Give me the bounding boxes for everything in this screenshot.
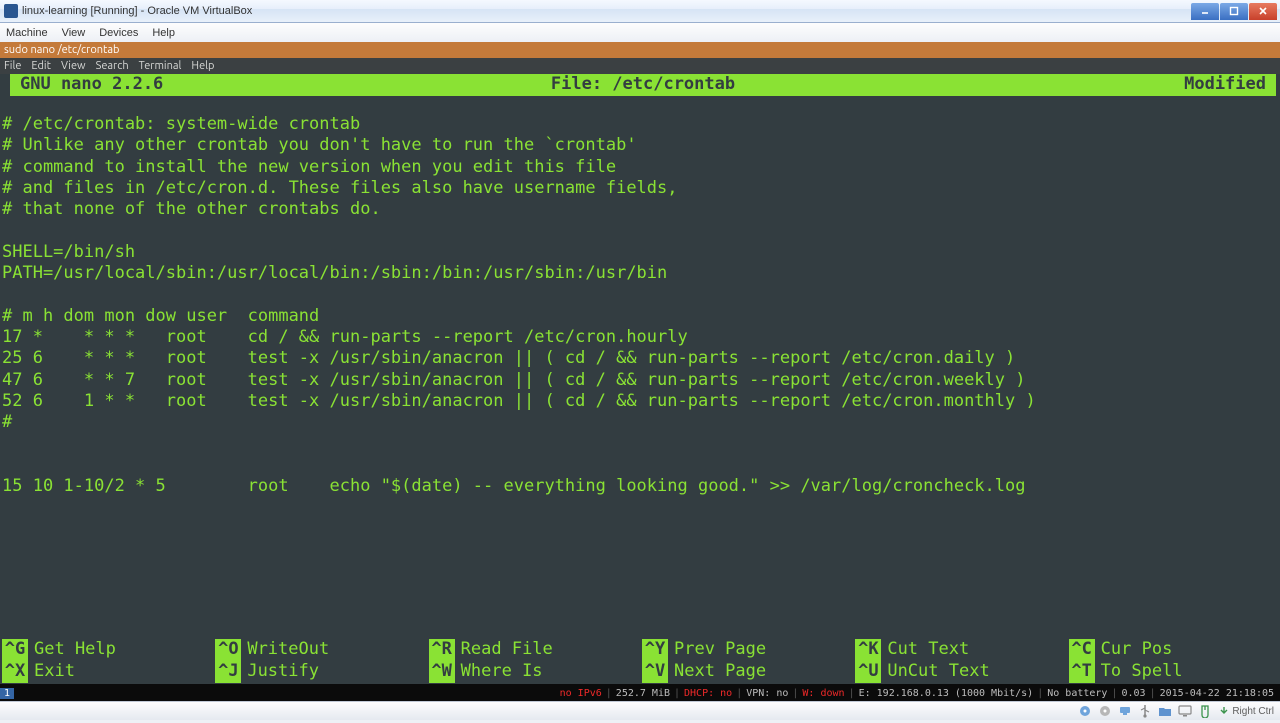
nano-file-label: File: /etc/crontab: [431, 74, 855, 95]
nano-shortcut: ^G Get Help: [2, 639, 211, 661]
vbox-menu-view[interactable]: View: [62, 27, 86, 39]
nano-shortcut: ^T To Spell: [1069, 661, 1278, 683]
statusbar-separator: |: [1150, 688, 1156, 699]
nano-shortcut-label: Next Page: [674, 661, 766, 682]
nano-shortcut-key: ^X: [2, 661, 28, 682]
optical-drive-icon: [1098, 704, 1112, 718]
down-arrow-icon: [1218, 705, 1230, 717]
nano-shortcut: ^V Next Page: [642, 661, 851, 683]
network-icon: [1118, 704, 1132, 718]
i3-statusbar: 1 no IPv6|252.7 MiB|DHCP: no|VPN: no|W: …: [0, 684, 1280, 702]
window-close-button[interactable]: [1249, 3, 1277, 20]
statusbar-separator: |: [674, 688, 680, 699]
statusbar-separator: |: [606, 688, 612, 699]
nano-shortcut: ^C Cur Pos: [1069, 639, 1278, 661]
nano-shortcut-key: ^K: [855, 639, 881, 660]
virtualbox-icon: [4, 4, 18, 18]
statusbar-segment: No battery: [1045, 688, 1109, 699]
gnome-terminal-menubar: File Edit View Search Terminal Help: [0, 58, 1280, 74]
nano-shortcut-label: WriteOut: [247, 639, 329, 660]
nano-shortcut-label: To Spell: [1101, 661, 1183, 682]
nano-shortcut-label: Where Is: [461, 661, 543, 682]
nano-shortcut-label: Read File: [461, 639, 553, 660]
statusbar-separator: |: [736, 688, 742, 699]
usb-icon: [1138, 704, 1152, 718]
gnome-menu-search[interactable]: Search: [96, 60, 129, 72]
vbox-menubar: Machine View Devices Help: [0, 23, 1280, 44]
gnome-menu-help[interactable]: Help: [191, 60, 214, 72]
nano-shortcut-key: ^U: [855, 661, 881, 682]
gnome-menu-view[interactable]: View: [61, 60, 86, 72]
nano-shortcut-label: UnCut Text: [887, 661, 989, 682]
display-icon: [1178, 704, 1192, 718]
statusbar-separator: |: [792, 688, 798, 699]
nano-shortcut: ^K Cut Text: [855, 639, 1064, 661]
statusbar-segment: 0.03: [1119, 688, 1147, 699]
i3-workspace-1[interactable]: 1: [0, 688, 14, 699]
nano-shortcut-key: ^V: [642, 661, 668, 682]
statusbar-segment: no IPv6: [558, 688, 604, 699]
nano-shortcut-key: ^T: [1069, 661, 1095, 682]
nano-shortcut: ^Y Prev Page: [642, 639, 851, 661]
nano-shortcut: ^J Justify: [215, 661, 424, 683]
vbox-menu-devices[interactable]: Devices: [99, 27, 138, 39]
statusbar-separator: |: [1111, 688, 1117, 699]
statusbar-separator: |: [1037, 688, 1043, 699]
gnome-menu-edit[interactable]: Edit: [31, 60, 51, 72]
nano-shortcut-key: ^R: [429, 639, 455, 660]
vbox-window-title: linux-learning [Running] - Oracle VM Vir…: [22, 5, 252, 17]
nano-shortcut-key: ^C: [1069, 639, 1095, 660]
statusbar-segment: 2015-04-22 21:18:05: [1158, 688, 1276, 699]
nano-shortcut: ^W Where Is: [429, 661, 638, 683]
hard-disk-icon: [1078, 704, 1092, 718]
nano-shortcut-key: ^J: [215, 661, 241, 682]
gnome-menu-terminal[interactable]: Terminal: [139, 60, 182, 72]
nano-shortcut: ^U UnCut Text: [855, 661, 1064, 683]
nano-shortcut-label: Exit: [34, 661, 75, 682]
nano-shortcut-label: Prev Page: [674, 639, 766, 660]
nano-shortcut-label: Justify: [247, 661, 319, 682]
window-maximize-button[interactable]: [1220, 3, 1248, 20]
mouse-integration-icon: [1198, 704, 1212, 718]
gnome-terminal-titlebar: sudo nano /etc/crontab: [0, 42, 1280, 58]
vbox-statusbar: Right Ctrl: [0, 701, 1280, 720]
vbox-menu-help[interactable]: Help: [152, 27, 175, 39]
gnome-menu-file[interactable]: File: [4, 60, 21, 72]
nano-version: GNU nano 2.2.6: [14, 74, 431, 95]
statusbar-segment: E: 192.168.0.13 (1000 Mbit/s): [857, 688, 1036, 699]
guest-display: sudo nano /etc/crontab File Edit View Se…: [0, 42, 1280, 702]
nano-shortcut: ^X Exit: [2, 661, 211, 683]
vbox-titlebar: linux-learning [Running] - Oracle VM Vir…: [0, 0, 1280, 23]
vbox-menu-machine[interactable]: Machine: [6, 27, 48, 39]
nano-shortcut-key: ^O: [215, 639, 241, 660]
nano-shortcut-bar: ^G Get Help ^X Exit ^O WriteOut ^J Justify ^R Rea…: [0, 639, 1280, 684]
gnome-terminal-title: sudo nano /etc/crontab: [4, 44, 119, 56]
nano-shortcut-key: ^Y: [642, 639, 668, 660]
statusbar-segment: 252.7 MiB: [614, 688, 672, 699]
nano-text-buffer[interactable]: # /etc/crontab: system-wide crontab # Un…: [0, 96, 1280, 497]
window-minimize-button[interactable]: [1191, 3, 1219, 20]
vbox-host-key: Right Ctrl: [1218, 705, 1274, 717]
nano-shortcut-label: Get Help: [34, 639, 116, 660]
nano-headerbar: GNU nano 2.2.6 File: /etc/crontab Modifi…: [10, 74, 1276, 96]
nano-shortcut: ^O WriteOut: [215, 639, 424, 661]
nano-shortcut: ^R Read File: [429, 639, 638, 661]
nano-shortcut-label: Cur Pos: [1101, 639, 1173, 660]
statusbar-segment: DHCP: no: [682, 688, 734, 699]
nano-shortcut-key: ^W: [429, 661, 455, 682]
nano-editor[interactable]: GNU nano 2.2.6 File: /etc/crontab Modifi…: [0, 74, 1280, 684]
statusbar-separator: |: [849, 688, 855, 699]
nano-shortcut-key: ^G: [2, 639, 28, 660]
nano-modified: Modified: [855, 74, 1272, 95]
statusbar-segment: VPN: no: [744, 688, 790, 699]
nano-shortcut-label: Cut Text: [887, 639, 969, 660]
shared-folders-icon: [1158, 704, 1172, 718]
statusbar-segment: W: down: [800, 688, 846, 699]
